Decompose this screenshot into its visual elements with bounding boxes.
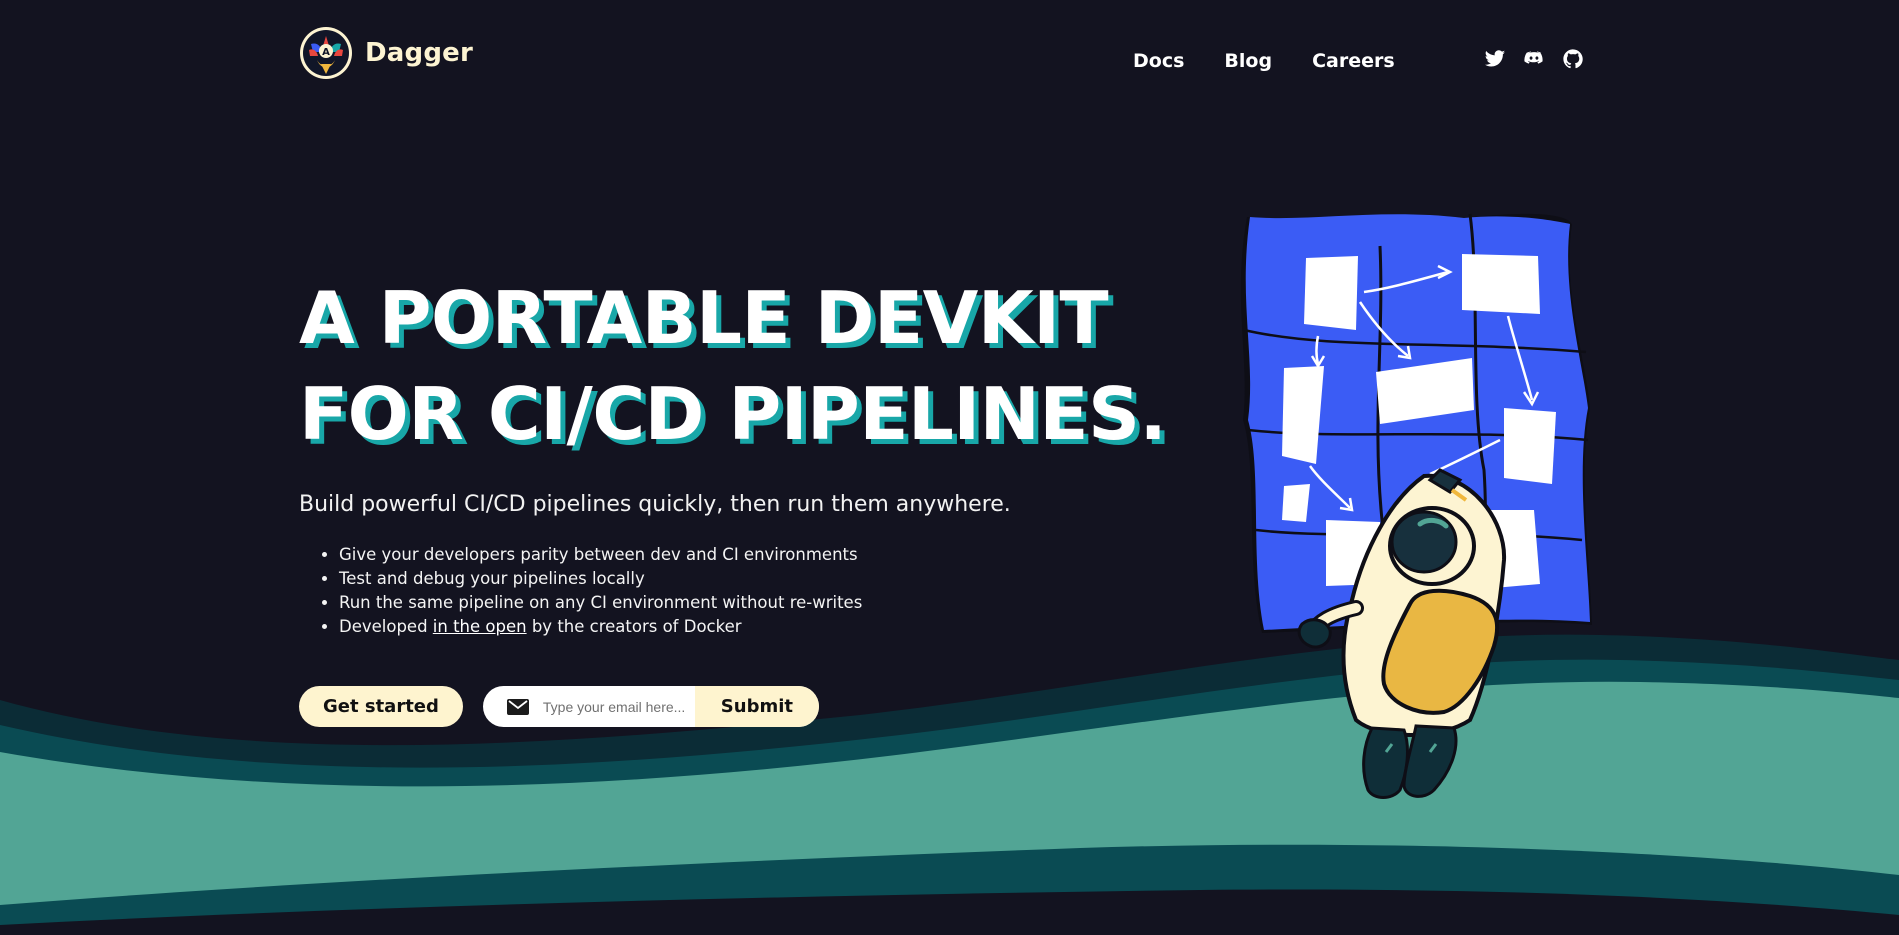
nav-link-docs[interactable]: Docs [1133,50,1184,72]
email-signup-form: Submit [482,686,819,727]
hero-section: A PORTABLE DEVKIT FOR CI/CD PIPELINES. B… [299,270,1167,639]
email-input[interactable] [540,686,695,727]
main-nav: Docs Blog Careers [1133,50,1395,72]
nav-link-careers[interactable]: Careers [1312,50,1395,72]
hero-lead: Build powerful CI/CD pipelines quickly, … [299,492,1011,517]
feature-text-pre: Developed [339,617,433,636]
nav-link-blog[interactable]: Blog [1224,50,1272,72]
feature-item: Developed in the open by the creators of… [339,615,1166,639]
hero-headline: A PORTABLE DEVKIT FOR CI/CD PIPELINES. [299,270,1167,462]
brand[interactable]: A Dagger [299,26,473,80]
in-the-open-link[interactable]: in the open [433,617,527,636]
feature-item: Give your developers parity between dev … [339,543,1166,567]
github-icon[interactable] [1562,48,1584,70]
feature-text-post: by the creators of Docker [526,617,742,636]
cta-row: Get started Submit [299,686,819,727]
brand-name: Dagger [365,38,474,68]
svg-text:A: A [322,47,330,58]
get-started-button[interactable]: Get started [299,686,463,727]
social-links [1484,48,1584,70]
headline-line-2: FOR CI/CD PIPELINES. [299,372,1167,456]
top-navigation-bar: A Dagger Docs Blog Careers [0,0,1899,110]
mail-icon [506,698,529,715]
discord-icon[interactable] [1523,48,1545,70]
submit-button[interactable]: Submit [694,686,819,727]
feature-item: Run the same pipeline on any CI environm… [339,591,1166,615]
feature-list: Give your developers parity between dev … [299,543,1166,639]
feature-item: Test and debug your pipelines locally [339,567,1166,591]
twitter-icon[interactable] [1484,48,1506,70]
astronaut-pipeline-map-illustration [1240,213,1592,799]
dagger-logo-icon: A [300,27,352,79]
headline-line-1: A PORTABLE DEVKIT [299,276,1109,360]
